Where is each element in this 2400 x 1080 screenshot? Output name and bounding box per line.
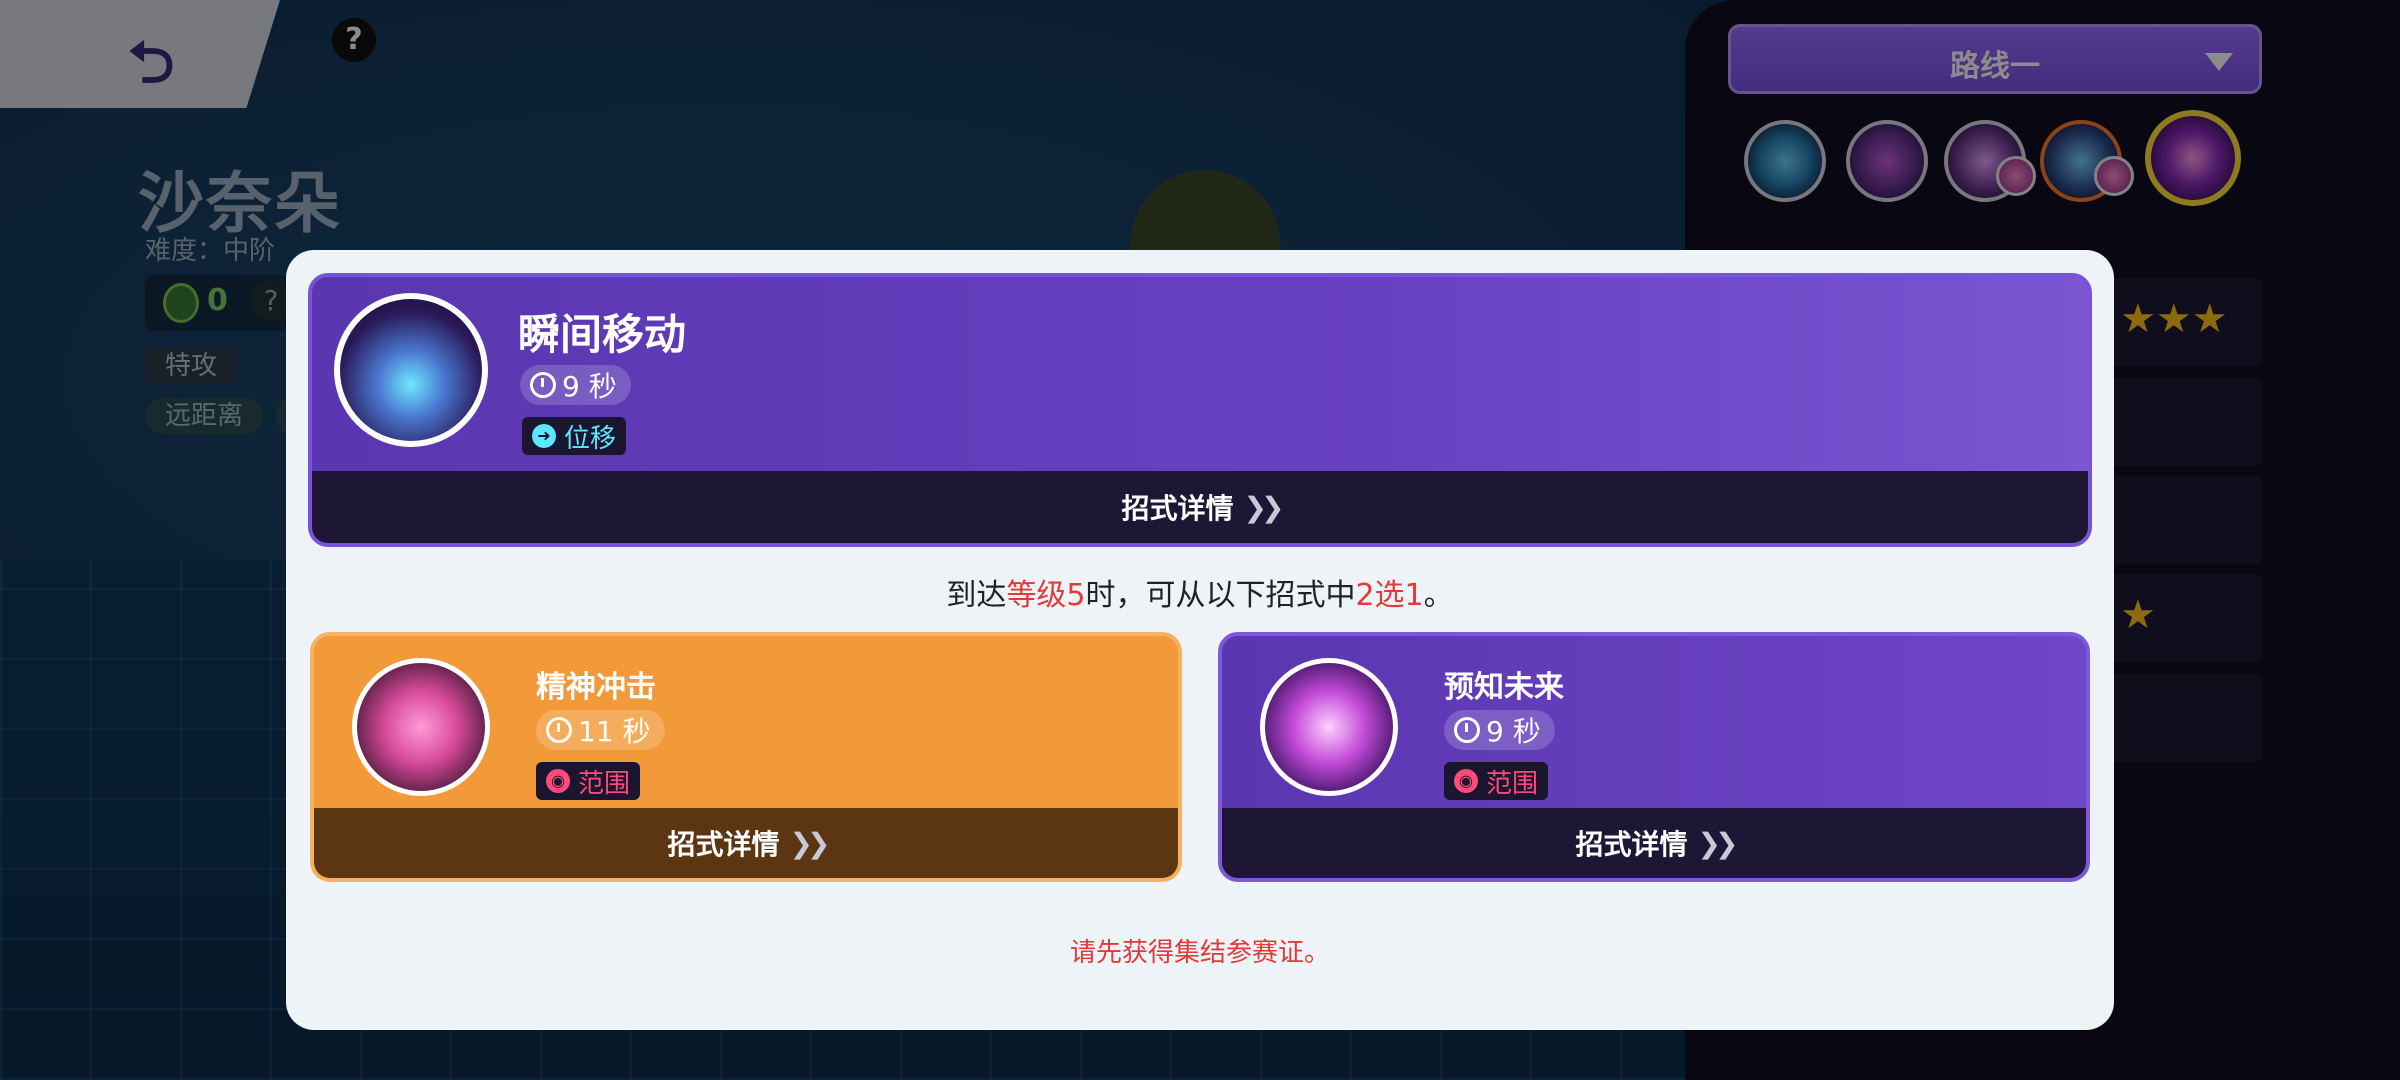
- cooldown-value: 11 秒: [578, 715, 651, 748]
- skill-type-label: 位移: [564, 423, 617, 454]
- clock-icon: [530, 372, 556, 398]
- hint-text: 时，可从以下招式中: [1085, 578, 1356, 613]
- skill-card-main: 瞬间移动 9 秒 ➜ 位移 招式详情 ❯❯: [308, 273, 2092, 547]
- area-icon: ◉: [546, 769, 570, 793]
- option-name: 预知未来: [1444, 670, 1564, 705]
- skill-type-label: 范围: [578, 768, 631, 799]
- psyshock-skill-icon: [352, 658, 490, 796]
- cooldown-badge: 9 秒: [520, 365, 631, 405]
- double-chevron-icon: ❯❯: [1243, 490, 1285, 524]
- future-sight-skill-icon: [1260, 658, 1398, 796]
- hint-text: 到达: [946, 578, 1007, 613]
- move-icon: ➜: [532, 424, 556, 448]
- double-chevron-icon: ❯❯: [1697, 826, 1739, 860]
- clock-icon: [546, 717, 572, 743]
- hint-text: 。: [1423, 578, 1454, 613]
- detail-label: 招式详情: [1121, 492, 1234, 525]
- warning-text: 请先获得集结参赛证。: [1069, 938, 1330, 968]
- clock-icon: [1454, 717, 1480, 743]
- choice-hint: 到达等级5时，可从以下招式中2选1。: [0, 570, 2400, 614]
- option-name: 精神冲击: [536, 670, 656, 705]
- skill-option-card[interactable]: 精神冲击 11 秒 ◉ 范围 招式详情 ❯❯: [310, 632, 1182, 882]
- skill-name: 瞬间移动: [518, 310, 687, 359]
- skill-detail-button[interactable]: 招式详情 ❯❯: [1222, 808, 2086, 878]
- cooldown-value: 9 秒: [1486, 715, 1541, 748]
- skill-type-tag: ➜ 位移: [522, 417, 627, 455]
- skill-type-tag: ◉ 范围: [1444, 762, 1549, 800]
- skill-type-label: 范围: [1486, 768, 1539, 799]
- teleport-skill-icon: [334, 293, 488, 447]
- skill-type-tag: ◉ 范围: [536, 762, 641, 800]
- skill-option-card[interactable]: 预知未来 9 秒 ◉ 范围 招式详情 ❯❯: [1218, 632, 2090, 882]
- hint-count: 2选1: [1355, 578, 1424, 613]
- cooldown-value: 9 秒: [562, 370, 617, 403]
- skill-detail-button[interactable]: 招式详情 ❯❯: [314, 808, 1178, 878]
- hint-level: 等级5: [1006, 578, 1086, 613]
- cooldown-badge: 11 秒: [536, 710, 665, 750]
- cooldown-badge: 9 秒: [1444, 710, 1555, 750]
- detail-label: 招式详情: [1575, 828, 1688, 861]
- detail-label: 招式详情: [667, 828, 780, 861]
- skill-detail-button[interactable]: 招式详情 ❯❯: [312, 471, 2088, 543]
- area-icon: ◉: [1454, 769, 1478, 793]
- double-chevron-icon: ❯❯: [789, 826, 831, 860]
